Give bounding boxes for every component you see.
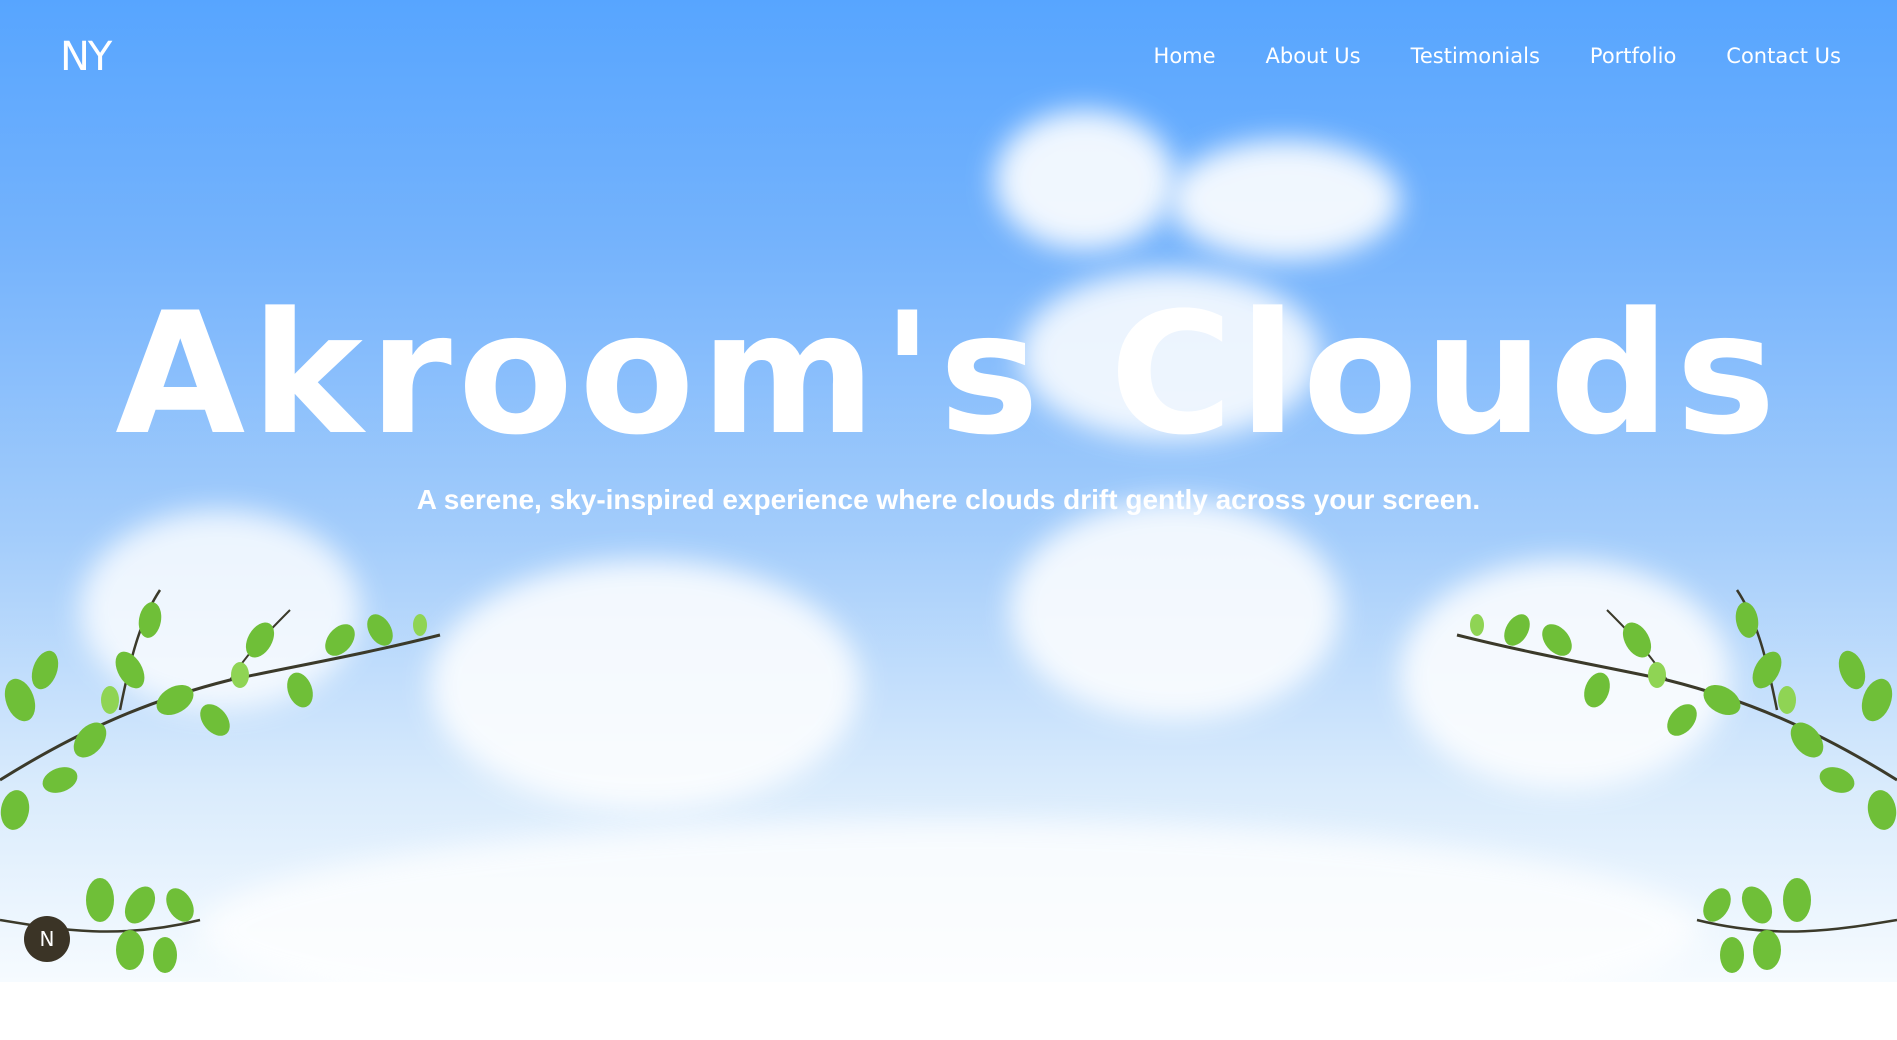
nav-about-link[interactable]: About Us	[1266, 44, 1361, 68]
hero-title: Akroom's Clouds	[115, 276, 1782, 472]
top-navbar: NY Home About Us Testimonials Portfolio …	[0, 0, 1897, 118]
cloud-top-right	[995, 110, 1175, 250]
branch-leaves-icon	[1696, 878, 1897, 973]
cloud-mid	[1010, 500, 1340, 720]
nav-menu: Home About Us Testimonials Portfolio Con…	[1154, 44, 1841, 68]
nav-contact-link[interactable]: Contact Us	[1726, 44, 1841, 68]
nav-home-link[interactable]: Home	[1154, 44, 1216, 68]
nav-testimonials-link[interactable]: Testimonials	[1411, 44, 1540, 68]
logo[interactable]: NY	[60, 34, 112, 80]
branch-leaves-icon	[1456, 589, 1897, 830]
next-logo-icon[interactable]: N	[24, 916, 70, 962]
cloud-center	[430, 560, 860, 810]
hero-subtitle: A serene, sky-inspired experience where …	[416, 484, 1481, 515]
nav-portfolio-link[interactable]: Portfolio	[1590, 44, 1676, 68]
cloud-top-right	[1170, 140, 1400, 260]
branch-leaves-icon	[0, 589, 441, 830]
badge-text: N	[39, 927, 55, 951]
